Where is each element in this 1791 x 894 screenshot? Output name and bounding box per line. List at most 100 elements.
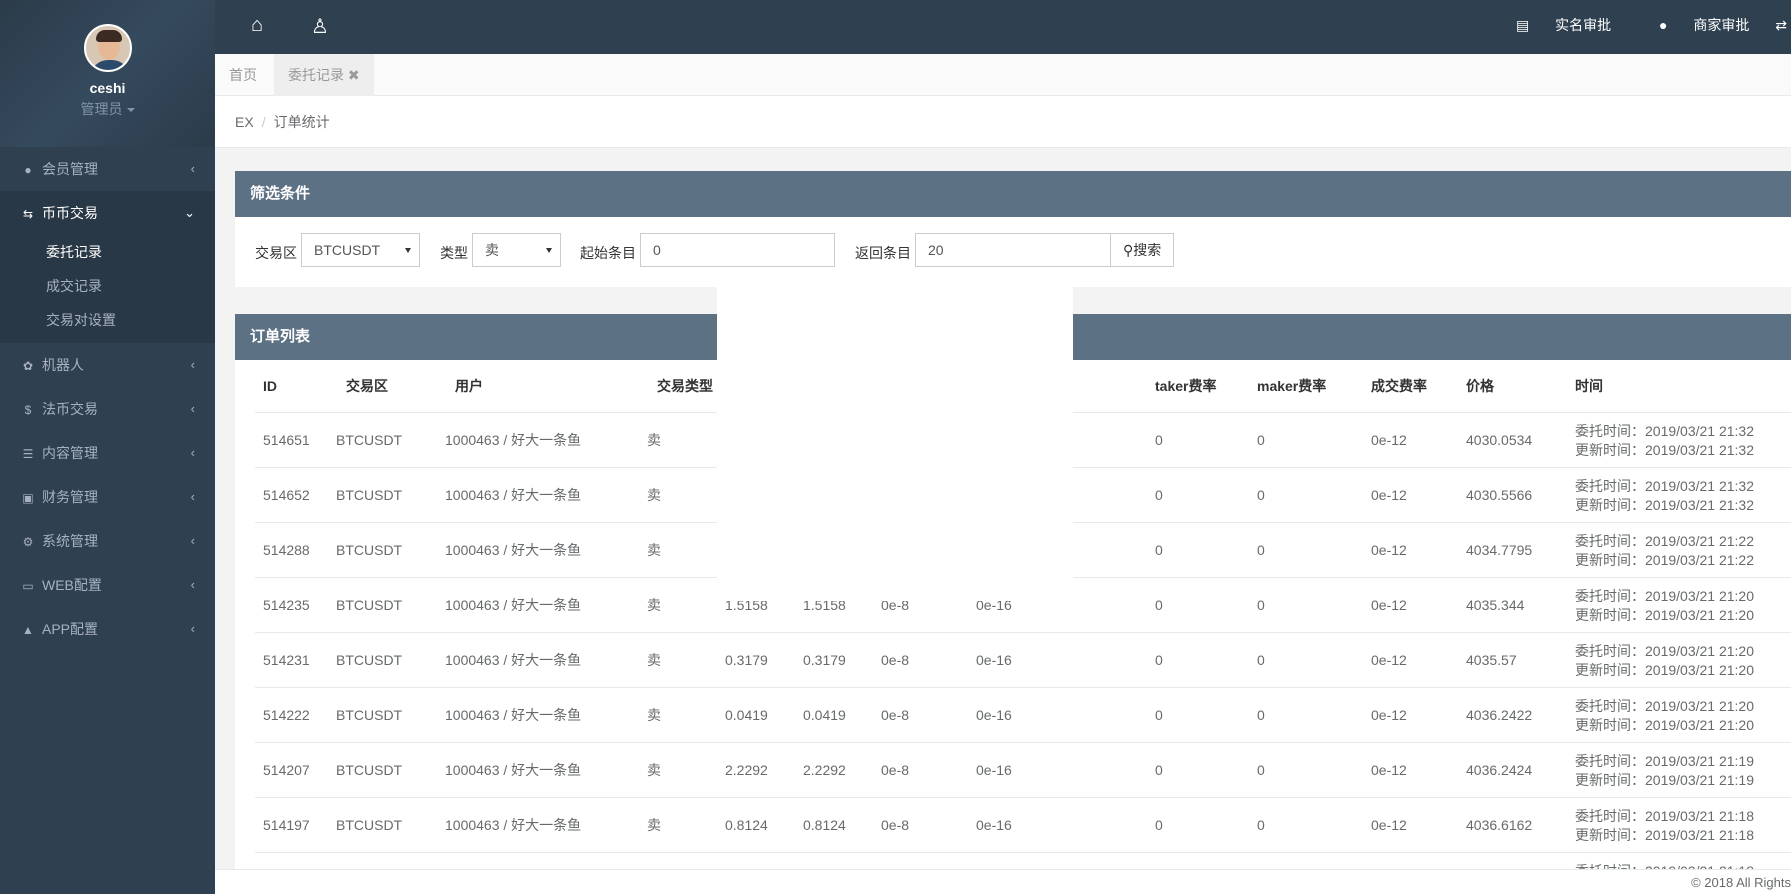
updated-time: 更新时间：2019/03/21 21:32 bbox=[1575, 442, 1754, 458]
cell-type: 卖 bbox=[647, 597, 661, 613]
sidebar-subitem-pairs[interactable]: 交易对设置 bbox=[0, 303, 215, 337]
col-market[interactable]: 交易区 bbox=[346, 360, 388, 412]
refresh-icon[interactable]: ⇄ bbox=[1775, 17, 1787, 33]
cell-user: 1000463 / 好大一条鱼 bbox=[445, 432, 582, 448]
filter-form: 交易区 BTCUSDT 类型 卖 起始条目 0 返回条目 20 ⚲搜索 bbox=[235, 217, 1791, 287]
col-taker[interactable]: taker费率 bbox=[1155, 360, 1216, 412]
sidebar-item-coin-trade[interactable]: ⇆ 币币交易 ⌄ bbox=[0, 191, 215, 235]
cell-time: 委托时间：2019/03/21 21:18 更新时间：2019/03/21 21:… bbox=[1575, 798, 1754, 853]
cell-price: 4030.5566 bbox=[1466, 487, 1533, 503]
cell-id: 514207 bbox=[263, 762, 310, 778]
cell-market: BTCUSDT bbox=[336, 597, 403, 613]
sidebar-item-system[interactable]: ⚙ 系统管理 ‹ bbox=[0, 519, 215, 563]
profile-role-dropdown[interactable]: 管理员 bbox=[0, 99, 215, 119]
cell-time: 委托时间：2019/03/21 21:20 更新时间：2019/03/21 21:… bbox=[1575, 633, 1754, 688]
col-maker[interactable]: maker费率 bbox=[1257, 360, 1326, 412]
created-time: 委托时间：2019/03/21 21:22 bbox=[1575, 533, 1754, 549]
updated-time: 更新时间：2019/03/21 21:20 bbox=[1575, 662, 1754, 678]
tab-home-label: 首页 bbox=[229, 67, 257, 83]
cell-type: 卖 bbox=[647, 487, 661, 503]
sidebar-item-fiat[interactable]: $ 法币交易 ‹ bbox=[0, 387, 215, 431]
created-time: 委托时间：2019/03/21 21:18 bbox=[1575, 808, 1754, 824]
cell-taker: 0 bbox=[1155, 817, 1163, 833]
created-time: 委托时间：2019/03/21 21:20 bbox=[1575, 643, 1754, 659]
type-select-value: 卖 bbox=[485, 242, 499, 258]
search-button-label: 搜索 bbox=[1133, 242, 1162, 258]
updated-time: 更新时间：2019/03/21 21:20 bbox=[1575, 607, 1754, 623]
table-row: 514222 BTCUSDT 1000463 / 好大一条鱼 卖 0.0419 0.041… bbox=[255, 687, 1791, 742]
cell-user: 1000463 / 好大一条鱼 bbox=[445, 762, 582, 778]
breadcrumb-root[interactable]: EX bbox=[235, 114, 254, 130]
cell-price: 4034.7795 bbox=[1466, 542, 1533, 558]
merchant-approval-link[interactable]: ● 商家审批 bbox=[1637, 17, 1749, 33]
profile-role-label: 管理员 bbox=[80, 101, 123, 117]
market-label: 交易区 bbox=[255, 245, 297, 261]
clear-cache-icon[interactable]: ♙ bbox=[311, 14, 329, 39]
cell-type: 卖 bbox=[647, 542, 661, 558]
cell-price: 4035.344 bbox=[1466, 597, 1525, 613]
merchant-approval-label: 商家审批 bbox=[1693, 17, 1750, 33]
dollar-icon: $ bbox=[24, 403, 32, 417]
sidebar-item-members[interactable]: ● 会员管理 ‹ bbox=[0, 147, 215, 191]
col-time[interactable]: 时间 bbox=[1575, 360, 1603, 412]
created-time: 委托时间：2019/03/21 21:32 bbox=[1575, 478, 1754, 494]
sidebar-item-label: 系统管理 bbox=[42, 533, 98, 549]
cell-c2: 0.0419 bbox=[803, 707, 846, 723]
cell-maker: 0 bbox=[1257, 432, 1265, 448]
blank-popup-overlay bbox=[717, 286, 1073, 601]
tab-orders[interactable]: 委托记录 ✖ bbox=[274, 54, 374, 96]
limit-input[interactable]: 20 bbox=[915, 233, 1111, 267]
sidebar-subitem-deals[interactable]: 成交记录 bbox=[0, 269, 215, 303]
start-input[interactable]: 0 bbox=[640, 233, 835, 267]
limit-label: 返回条目 bbox=[855, 245, 911, 261]
col-id[interactable]: ID bbox=[263, 360, 277, 412]
sidebar-item-finance[interactable]: ▣ 财务管理 ‹ bbox=[0, 475, 215, 519]
home-icon[interactable]: ⌂ bbox=[251, 14, 263, 37]
chevron-left-icon: ‹ bbox=[190, 489, 195, 504]
cell-type: 卖 bbox=[647, 762, 661, 778]
cell-market: BTCUSDT bbox=[336, 762, 403, 778]
sidebar-item-web[interactable]: ▭ WEB配置 ‹ bbox=[0, 563, 215, 607]
cell-taker: 0 bbox=[1155, 707, 1163, 723]
cell-taker: 0 bbox=[1155, 487, 1163, 503]
cell-taker: 0 bbox=[1155, 542, 1163, 558]
cell-maker: 0 bbox=[1257, 542, 1265, 558]
type-select[interactable]: 卖 bbox=[472, 233, 561, 267]
chevron-left-icon: ‹ bbox=[190, 401, 195, 416]
market-select[interactable]: BTCUSDT bbox=[301, 233, 420, 267]
tab-home[interactable]: 首页 bbox=[215, 54, 271, 96]
cell-deal-fee: 0e-12 bbox=[1371, 432, 1407, 448]
cell-time: 委托时间：2019/03/21 21:20 更新时间：2019/03/21 21:… bbox=[1575, 688, 1754, 743]
breadcrumb: EX / 订单统计 bbox=[215, 96, 1791, 148]
tab-orders-label: 委托记录 bbox=[288, 67, 344, 83]
chevron-left-icon: ‹ bbox=[190, 577, 195, 592]
cell-c1: 0.8124 bbox=[725, 817, 768, 833]
col-user[interactable]: 用户 bbox=[455, 360, 483, 412]
sidebar-item-label: 会员管理 bbox=[42, 161, 98, 177]
sidebar-item-content[interactable]: ☰ 内容管理 ‹ bbox=[0, 431, 215, 475]
search-button[interactable]: ⚲搜索 bbox=[1110, 233, 1175, 267]
caret-down-icon bbox=[126, 108, 135, 113]
cell-deal-fee: 0e-12 bbox=[1371, 817, 1407, 833]
col-type[interactable]: 交易类型 bbox=[657, 360, 713, 412]
col-deal-fee[interactable]: 成交费率 bbox=[1371, 360, 1427, 412]
search-icon: ⚲ bbox=[1123, 242, 1134, 258]
realname-approval-link[interactable]: ▤ 实名审批 bbox=[1494, 17, 1611, 33]
chevron-left-icon: ‹ bbox=[190, 445, 195, 460]
exchange-icon: ⇆ bbox=[22, 207, 34, 221]
cell-market: BTCUSDT bbox=[336, 707, 403, 723]
cell-c3: 0e-8 bbox=[881, 762, 910, 778]
cell-user: 1000463 / 好大一条鱼 bbox=[445, 817, 582, 833]
sidebar-subitem-orders[interactable]: 委托记录 bbox=[0, 235, 215, 269]
cell-deal-fee: 0e-12 bbox=[1371, 487, 1407, 503]
cell-maker: 0 bbox=[1257, 707, 1265, 723]
col-price[interactable]: 价格 bbox=[1466, 360, 1494, 412]
cell-c3: 0e-8 bbox=[881, 707, 910, 723]
close-icon[interactable]: ✖ bbox=[348, 67, 360, 83]
cell-deal-fee: 0e-12 bbox=[1371, 597, 1407, 613]
sidebar-item-robot[interactable]: ✿ 机器人 ‹ bbox=[0, 343, 215, 387]
sidebar-item-app[interactable]: ▲ APP配置 ‹ bbox=[0, 607, 215, 651]
cell-c2: 2.2292 bbox=[803, 762, 846, 778]
cell-price: 4036.6162 bbox=[1466, 817, 1533, 833]
avatar[interactable] bbox=[83, 24, 132, 72]
